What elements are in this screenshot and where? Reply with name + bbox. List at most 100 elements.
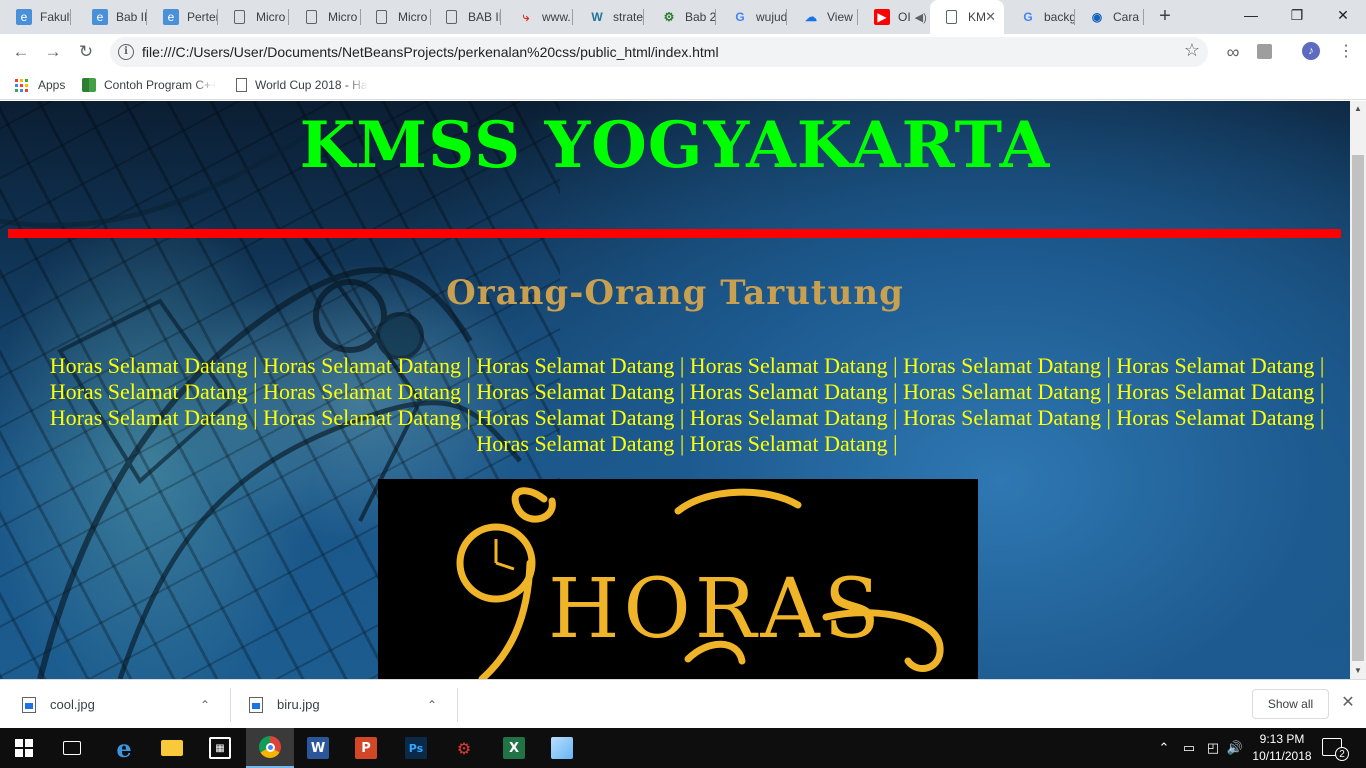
browser-tab[interactable]: ◉ Cara I	[1073, 0, 1144, 34]
download-item[interactable]: cool.jpg ⌃	[22, 680, 222, 729]
tab-strip: eFakulteBab IIePertemMicroMicroMicroBAB …	[0, 0, 1366, 34]
tab-title: Cara I	[1113, 10, 1144, 24]
volume-icon[interactable]: 🔊	[1226, 728, 1244, 768]
folder-icon	[161, 740, 183, 756]
close-shelf-icon[interactable]: ✕	[1339, 694, 1357, 712]
close-tab-icon[interactable]: ✕	[985, 9, 996, 25]
clock[interactable]: 9:13 PM 10/11/2018	[1246, 731, 1318, 765]
minimize-button[interactable]: —	[1228, 0, 1274, 32]
scroll-down-arrow-icon[interactable]: ▼	[1350, 663, 1366, 679]
browser-tab[interactable]: Micro	[218, 0, 289, 34]
divider	[457, 688, 458, 722]
cloud-icon: ☁	[805, 10, 817, 24]
bookmark-label: Apps	[38, 78, 66, 92]
taskbar-store[interactable]: ▦	[196, 728, 244, 768]
taskbar-game[interactable]: ⚙	[440, 728, 488, 768]
tab-title: Fakult	[40, 10, 71, 24]
browser-tab[interactable]: Gbackg	[1004, 0, 1075, 34]
close-window-button[interactable]: ✕	[1320, 0, 1366, 32]
tab-title: BAB II	[468, 10, 501, 24]
new-tab-button[interactable]: +	[1152, 4, 1178, 30]
back-button[interactable]: ←	[9, 40, 33, 64]
bookmark-apps[interactable]: Apps	[15, 76, 65, 94]
browser-tab[interactable]: ⚙ Bab 2	[645, 0, 716, 34]
browser-tab[interactable]: Gwujud	[716, 0, 787, 34]
tray-chevron-icon[interactable]: ⌃	[1156, 728, 1172, 768]
tab-separator	[643, 9, 644, 25]
clock-date: 10/11/2018	[1252, 749, 1312, 763]
browser-tab[interactable]: Wstrate	[573, 0, 644, 34]
browser-tab[interactable]: ☁ View	[787, 0, 858, 34]
notification-center-icon[interactable]: 2	[1322, 738, 1349, 761]
scroll-up-arrow-icon[interactable]: ▲	[1350, 101, 1366, 117]
forward-button[interactable]: →	[41, 40, 65, 64]
tab-separator	[1143, 9, 1144, 25]
infinity-extension-icon[interactable]: ∞	[1223, 42, 1243, 62]
browser-tab[interactable]: Micro	[360, 0, 431, 34]
info-icon[interactable]: i	[118, 44, 134, 60]
browser-tab[interactable]: Micro	[290, 0, 361, 34]
document-icon	[376, 10, 387, 24]
maximize-button[interactable]: ❐	[1274, 0, 1320, 32]
menu-kebab-icon[interactable]: ⋮	[1336, 42, 1356, 62]
tab-separator	[500, 9, 501, 25]
tab-title: Micro	[398, 10, 428, 24]
tab-separator	[288, 9, 289, 25]
bookmark-contoh-program[interactable]: Contoh Program C++	[82, 76, 216, 94]
tab-title: strate	[613, 10, 644, 24]
arrow-left-icon: ←	[12, 42, 30, 61]
box-app-icon	[551, 737, 573, 759]
reload-button[interactable]: ↻	[74, 40, 98, 64]
browser-tab[interactable]: e Pertem	[147, 0, 218, 34]
taskbar-app-box[interactable]	[538, 728, 586, 768]
tab-title: Bab II	[116, 10, 147, 24]
start-button[interactable]	[0, 728, 48, 768]
document-icon	[306, 10, 317, 24]
address-bar[interactable]: i file:///C:/Users/User/Documents/NetBea…	[110, 37, 1208, 67]
horas-logo-image: HORAS	[378, 479, 978, 679]
taskbar-chrome[interactable]	[246, 728, 294, 768]
image-file-icon	[249, 696, 263, 713]
bookmark-world-cup[interactable]: World Cup 2018 - Ha	[236, 76, 368, 94]
bookmark-star-icon[interactable]: ☆	[1184, 40, 1200, 61]
youtube-icon: ▶	[874, 9, 890, 25]
document-icon	[946, 10, 957, 24]
browser-tab[interactable]: e Fakult	[0, 0, 71, 34]
url-text[interactable]: file:///C:/Users/User/Documents/NetBeans…	[142, 44, 719, 60]
taskbar-word[interactable]: W	[294, 728, 342, 768]
browser-tab[interactable]: e Bab II	[76, 0, 147, 34]
horizontal-rule	[8, 229, 1341, 238]
profile-avatar-icon[interactable]: ♪	[1302, 42, 1322, 62]
taskbar-powerpoint[interactable]: P	[342, 728, 390, 768]
speaker-icon[interactable]: ◀)	[915, 11, 927, 24]
show-all-button[interactable]: Show all	[1252, 689, 1329, 719]
pdf-icon: ⤷	[522, 9, 530, 24]
tab-title: www.	[542, 10, 571, 24]
task-view-button[interactable]	[48, 728, 96, 768]
photoshop-icon: Ps	[405, 737, 427, 759]
download-item[interactable]: biru.jpg ⌃	[249, 680, 449, 729]
browser-tab[interactable]: KM ✕	[930, 0, 1004, 34]
tab-separator	[70, 9, 71, 25]
chevron-up-icon[interactable]: ⌃	[200, 698, 210, 712]
taskbar-file-explorer[interactable]	[148, 728, 196, 768]
wifi-icon[interactable]: ◰	[1204, 728, 1222, 768]
scrollbar-thumb[interactable]	[1352, 155, 1364, 661]
browser-tab[interactable]: ⤷ www.	[502, 0, 573, 34]
browser-tab[interactable]: BAB II	[430, 0, 501, 34]
battery-icon[interactable]: ▭	[1180, 728, 1198, 768]
tab-title: wujud	[756, 10, 787, 24]
taskbar-edge[interactable]: e	[100, 728, 148, 768]
browser-tab[interactable]: ▶ OI ◀)	[858, 0, 929, 34]
excel-icon: X	[503, 737, 525, 759]
taskbar-photoshop[interactable]: Ps	[392, 728, 440, 768]
chevron-up-icon[interactable]: ⌃	[427, 698, 437, 712]
logo-text: HORAS	[548, 562, 884, 657]
tab-title: backg	[1044, 10, 1075, 24]
vertical-scrollbar[interactable]: ▲ ▼	[1350, 101, 1366, 679]
tab-title: Bab 2	[685, 10, 716, 24]
taskbar-excel[interactable]: X	[490, 728, 538, 768]
word-icon: W	[307, 737, 329, 759]
extension-icon[interactable]	[1255, 42, 1275, 62]
document-icon	[234, 10, 245, 24]
